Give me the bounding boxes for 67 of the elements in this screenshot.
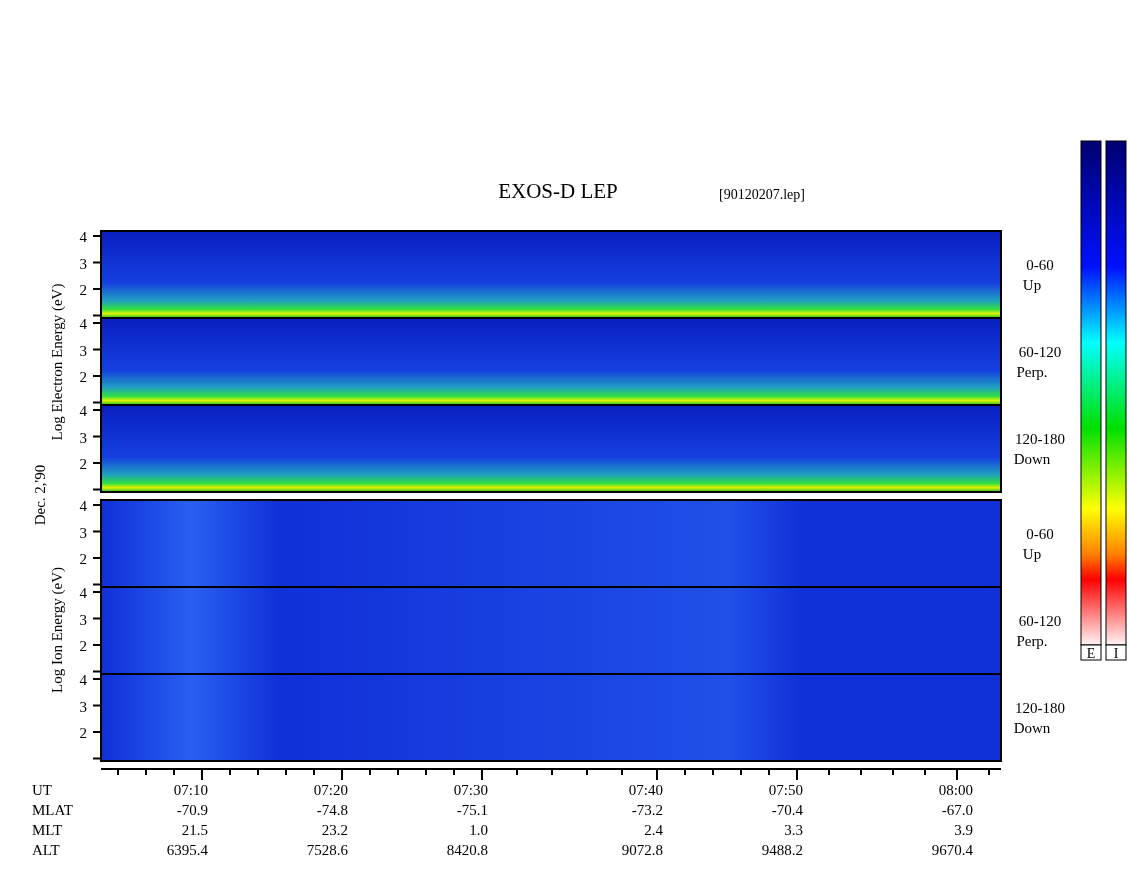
pitch-angle-range: 0-60 — [1026, 257, 1054, 273]
ephemeris-value: 7528.6 — [306, 842, 348, 858]
plot-title: EXOS-D LEP — [498, 179, 618, 203]
pitch-angle-range: 60-120 — [1018, 613, 1062, 629]
y-tick-label: 2 — [79, 456, 87, 472]
time-label: 07:10 — [173, 782, 208, 798]
pitch-angle-range: 60-120 — [1018, 344, 1062, 360]
ephemeris-value: -75.1 — [456, 802, 488, 818]
ephemeris-value: 3.9 — [954, 822, 973, 838]
ephemeris-label: MLT — [32, 822, 63, 838]
y-tick-label: 4 — [79, 229, 87, 245]
ephemeris-value: 6395.4 — [166, 842, 208, 858]
pitch-angle-range: 0-60 — [1026, 526, 1054, 542]
y-tick-label: 2 — [79, 282, 87, 298]
ephemeris-value: -70.4 — [771, 802, 803, 818]
y-tick-label: 2 — [79, 638, 87, 654]
pitch-direction: Down — [1013, 451, 1051, 467]
ephemeris-value: 9072.8 — [621, 842, 663, 858]
time-label: 07:40 — [628, 782, 663, 798]
ephemeris-value: 3.3 — [784, 822, 803, 838]
time-label: 07:50 — [768, 782, 803, 798]
y-tick-label: 4 — [79, 316, 87, 332]
color-scale-key — [1105, 644, 1127, 661]
color-scale-label: E — [1086, 646, 1096, 661]
pitch-direction: Up — [1022, 277, 1042, 293]
ephemeris-value: -70.9 — [176, 802, 208, 818]
pitch-direction: Down — [1013, 720, 1051, 736]
ephemeris-value: 2.4 — [644, 822, 663, 838]
color-scale-key — [1080, 644, 1102, 661]
ephemeris-label: MLAT — [32, 802, 73, 818]
axis-label: Log Electron Energy (eV) — [49, 283, 65, 441]
y-tick-label: 4 — [79, 672, 87, 688]
ephemeris-value: 1.0 — [469, 822, 488, 838]
file-name: [90120207.lep] — [719, 187, 805, 202]
pitch-direction: Up — [1022, 546, 1042, 562]
y-tick-label: 4 — [79, 585, 87, 601]
ephemeris-value: 23.2 — [321, 822, 348, 838]
pitch-direction: Perp. — [1016, 633, 1048, 649]
ephemeris-value: 8420.8 — [446, 842, 488, 858]
y-tick-label: 4 — [79, 403, 87, 419]
y-tick-label: 3 — [79, 255, 87, 272]
ephemeris-value: 9488.2 — [761, 842, 803, 858]
y-tick-label: 3 — [79, 429, 87, 446]
ephemeris-value: -73.2 — [631, 802, 663, 818]
y-tick-label: 2 — [79, 725, 87, 741]
date-label: Dec. 2,'90 — [32, 464, 48, 526]
time-label: 07:30 — [453, 782, 488, 798]
y-tick-label: 4 — [79, 498, 87, 514]
y-tick-label: 3 — [79, 524, 87, 541]
color-scale-label: I — [1113, 646, 1119, 661]
axis-label: Log Ion Energy (eV) — [49, 567, 65, 693]
y-tick-label: 2 — [79, 369, 87, 385]
time-label: 08:00 — [938, 782, 973, 798]
time-label: 07:20 — [313, 782, 348, 798]
ephemeris-value: 9670.4 — [931, 842, 973, 858]
y-tick-label: 2 — [79, 551, 87, 567]
pitch-direction: Perp. — [1016, 364, 1048, 380]
pitch-angle-range: 120-180 — [1015, 431, 1065, 447]
ephemeris-label: ALT — [32, 842, 60, 858]
y-tick-label: 3 — [79, 342, 87, 359]
pitch-angle-range: 120-180 — [1015, 700, 1065, 716]
ephemeris-label: UT — [32, 782, 52, 798]
y-tick-label: 3 — [79, 698, 87, 715]
ephemeris-value: 21.5 — [181, 822, 208, 838]
ephemeris-value: -74.8 — [316, 802, 348, 818]
y-tick-label: 3 — [79, 611, 87, 628]
ephemeris-value: -67.0 — [941, 802, 973, 818]
